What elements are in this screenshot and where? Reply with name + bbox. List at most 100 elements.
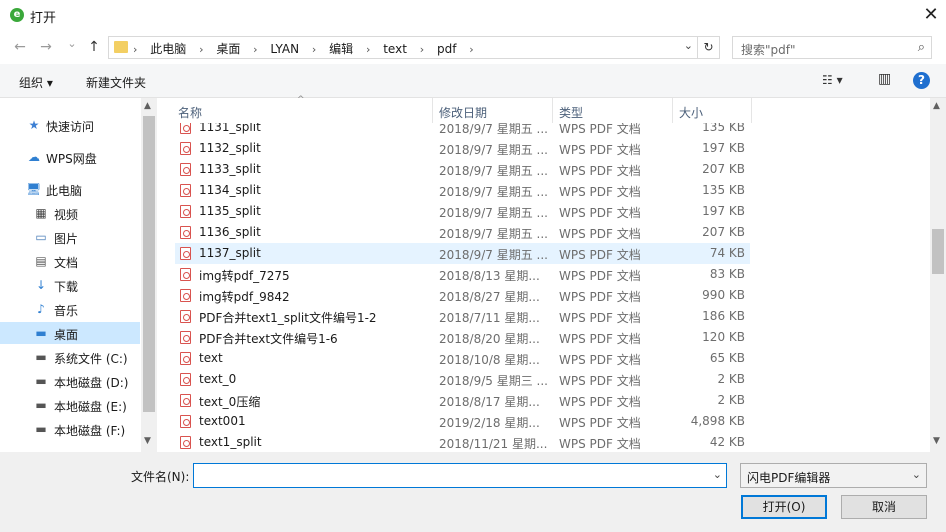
file-size: 207 KB bbox=[702, 225, 745, 239]
breadcrumb-separator[interactable]: › bbox=[366, 43, 370, 56]
navigation-pane: ★ 快速访问 ☁ WPS网盘 🖥 此电脑 ▦ 视频 ▭ 图片 ▤ 文档 ↓ 下载… bbox=[0, 98, 157, 452]
sidebar-item-videos[interactable]: ▦ 视频 bbox=[0, 202, 140, 224]
column-header-size[interactable]: 大小 bbox=[679, 104, 703, 121]
sidebar-item-drive-f[interactable]: ▬ 本地磁盘 (F:) bbox=[0, 418, 140, 440]
scroll-down-arrow-icon[interactable]: ▼ bbox=[144, 436, 151, 446]
chevron-down-icon[interactable]: ⌄ bbox=[912, 468, 921, 481]
file-name: PDF合并text文件编号1-6 bbox=[199, 332, 338, 346]
file-row[interactable]: 1132_split 2018/9/7 星期五 ... WPS PDF 文档 197 … bbox=[175, 138, 750, 159]
change-view-icon[interactable]: ☷ ▾ bbox=[822, 73, 843, 87]
file-date: 2018/7/11 星期... bbox=[439, 311, 540, 325]
sidebar-item-documents[interactable]: ▤ 文档 bbox=[0, 250, 140, 272]
file-row[interactable]: 1136_split 2018/9/7 星期五 ... WPS PDF 文档 207 … bbox=[175, 222, 750, 243]
column-divider[interactable] bbox=[432, 98, 433, 123]
file-row[interactable]: text_0压缩 2018/8/17 星期... WPS PDF 文档 2 KB bbox=[175, 390, 750, 411]
breadcrumb-separator[interactable]: › bbox=[469, 43, 473, 56]
file-name: img转pdf_9842 bbox=[199, 290, 290, 304]
search-input[interactable]: 搜索"pdf" ⌕ bbox=[732, 36, 932, 59]
file-type-select[interactable]: 闪电PDF编辑器 ⌄ bbox=[740, 463, 927, 488]
sidebar-item-drive-d[interactable]: ▬ 本地磁盘 (D:) bbox=[0, 370, 140, 392]
file-row[interactable]: text001 2019/2/18 星期... WPS PDF 文档 4,898 KB bbox=[175, 411, 750, 432]
column-divider[interactable] bbox=[552, 98, 553, 123]
sidebar-scrollbar[interactable]: ▲ ▼ bbox=[141, 98, 157, 452]
file-row[interactable]: 1137_split 2018/9/7 星期五 ... WPS PDF 文档 74 K… bbox=[175, 243, 750, 264]
scroll-up-arrow-icon[interactable]: ▲ bbox=[144, 101, 151, 111]
sidebar-item-drive-c[interactable]: ▬ 系统文件 (C:) bbox=[0, 346, 140, 368]
recent-locations-chevron-icon[interactable]: ⌄ bbox=[62, 34, 82, 54]
help-icon[interactable]: ? bbox=[913, 72, 930, 89]
address-dropdown-icon[interactable]: ⌄ bbox=[684, 39, 693, 52]
up-arrow-icon[interactable]: ↑ bbox=[84, 37, 104, 57]
sidebar-item-this-pc[interactable]: 🖥 此电脑 bbox=[0, 178, 140, 200]
close-button[interactable]: ✕ bbox=[916, 0, 946, 31]
scroll-up-arrow-icon[interactable]: ▲ bbox=[933, 101, 940, 111]
breadcrumb-separator[interactable]: › bbox=[253, 43, 257, 56]
picture-icon: ▭ bbox=[35, 230, 47, 244]
file-row[interactable]: PDF合并text文件编号1-6 2018/8/20 星期... WPS PDF 文… bbox=[175, 327, 750, 348]
scroll-down-arrow-icon[interactable]: ▼ bbox=[933, 436, 940, 446]
scrollbar-thumb[interactable] bbox=[932, 229, 944, 274]
file-list-scrollbar[interactable]: ▲ ▼ bbox=[930, 98, 946, 452]
file-row[interactable]: img转pdf_9842 2018/8/27 星期... WPS PDF 文档 990… bbox=[175, 285, 750, 306]
open-button[interactable]: 打开(O) bbox=[741, 495, 827, 519]
file-size: 186 KB bbox=[702, 309, 745, 323]
pdf-file-icon bbox=[180, 331, 191, 344]
column-header-date[interactable]: 修改日期 bbox=[439, 104, 487, 121]
breadcrumb-separator[interactable]: › bbox=[312, 43, 316, 56]
file-date: 2018/9/7 星期五 ... bbox=[439, 227, 548, 241]
file-row[interactable]: 1133_split 2018/9/7 星期五 ... WPS PDF 文档 207 … bbox=[175, 159, 750, 180]
forward-arrow-icon[interactable]: → bbox=[36, 37, 56, 57]
file-date: 2018/9/7 星期五 ... bbox=[439, 164, 548, 178]
address-bar[interactable]: › 此电脑 › 桌面 › LYAN › 编辑 › text › pdf › ⌄ bbox=[108, 36, 698, 59]
breadcrumb-item[interactable]: text bbox=[383, 42, 407, 56]
organize-button[interactable]: 组织 ▾ bbox=[19, 74, 53, 91]
breadcrumb-separator[interactable]: › bbox=[420, 43, 424, 56]
column-header-type[interactable]: 类型 bbox=[559, 104, 583, 121]
sidebar-item-drive-e[interactable]: ▬ 本地磁盘 (E:) bbox=[0, 394, 140, 416]
sidebar-item-music[interactable]: ♪ 音乐 bbox=[0, 298, 140, 320]
drive-icon: ▬ bbox=[35, 398, 47, 412]
search-icon[interactable]: ⌕ bbox=[918, 40, 925, 55]
breadcrumb-item[interactable]: LYAN bbox=[270, 42, 299, 56]
sidebar-item-downloads[interactable]: ↓ 下载 bbox=[0, 274, 140, 296]
filename-dropdown-icon[interactable]: ⌄ bbox=[713, 468, 722, 481]
sidebar-item-quick-access[interactable]: ★ 快速访问 bbox=[0, 114, 140, 136]
column-divider[interactable] bbox=[751, 98, 752, 123]
sidebar-item-wps-cloud[interactable]: ☁ WPS网盘 bbox=[0, 146, 140, 168]
file-row[interactable]: text 2018/10/8 星期... WPS PDF 文档 65 KB bbox=[175, 348, 750, 369]
filename-input[interactable]: ⌄ bbox=[193, 463, 727, 488]
refresh-icon[interactable]: ↻ bbox=[698, 36, 720, 59]
new-folder-button[interactable]: 新建文件夹 bbox=[86, 74, 146, 91]
sidebar-item-desktop[interactable]: ▬ 桌面 bbox=[0, 322, 140, 344]
column-divider[interactable] bbox=[672, 98, 673, 123]
sidebar-item-label: 图片 bbox=[54, 232, 79, 246]
file-row[interactable]: text1_split 2018/11/21 星期... WPS PDF 文档 42 … bbox=[175, 432, 750, 452]
file-type: WPS PDF 文档 bbox=[559, 374, 641, 388]
file-type: WPS PDF 文档 bbox=[559, 269, 641, 283]
window-title: 打开 bbox=[30, 11, 57, 26]
column-header-name[interactable]: 名称 bbox=[178, 104, 202, 121]
file-row[interactable]: 1131_split 2018/9/7 星期五 ... WPS PDF 文档 135 … bbox=[175, 123, 750, 138]
breadcrumb-item[interactable]: 编辑 bbox=[329, 42, 353, 56]
pdf-file-icon bbox=[180, 394, 191, 407]
preview-pane-icon[interactable]: ▥ bbox=[878, 71, 891, 87]
scrollbar-thumb[interactable] bbox=[143, 116, 155, 412]
breadcrumb-separator[interactable]: › bbox=[199, 43, 203, 56]
cancel-button[interactable]: 取消 bbox=[841, 495, 927, 519]
breadcrumb-item[interactable]: pdf bbox=[437, 42, 456, 56]
breadcrumb-item[interactable]: 此电脑 bbox=[150, 42, 186, 56]
file-row[interactable]: img转pdf_7275 2018/8/13 星期... WPS PDF 文档 83 … bbox=[175, 264, 750, 285]
file-rows: 1131_split 2018/9/7 星期五 ... WPS PDF 文档 135 … bbox=[157, 123, 930, 452]
file-date: 2018/8/20 星期... bbox=[439, 332, 540, 346]
file-name: 1133_split bbox=[199, 162, 261, 176]
file-row[interactable]: 1134_split 2018/9/7 星期五 ... WPS PDF 文档 135 … bbox=[175, 180, 750, 201]
file-name: 1134_split bbox=[199, 183, 261, 197]
file-size: 135 KB bbox=[702, 183, 745, 197]
breadcrumb-item[interactable]: 桌面 bbox=[216, 42, 240, 56]
back-arrow-icon[interactable]: ← bbox=[10, 37, 30, 57]
sidebar-item-pictures[interactable]: ▭ 图片 bbox=[0, 226, 140, 248]
file-type: WPS PDF 文档 bbox=[559, 248, 641, 262]
file-row[interactable]: PDF合并text1_split文件编号1-2 2018/7/11 星期... WP… bbox=[175, 306, 750, 327]
file-row[interactable]: 1135_split 2018/9/7 星期五 ... WPS PDF 文档 197 … bbox=[175, 201, 750, 222]
file-row[interactable]: text_0 2018/9/5 星期三 ... WPS PDF 文档 2 KB bbox=[175, 369, 750, 390]
